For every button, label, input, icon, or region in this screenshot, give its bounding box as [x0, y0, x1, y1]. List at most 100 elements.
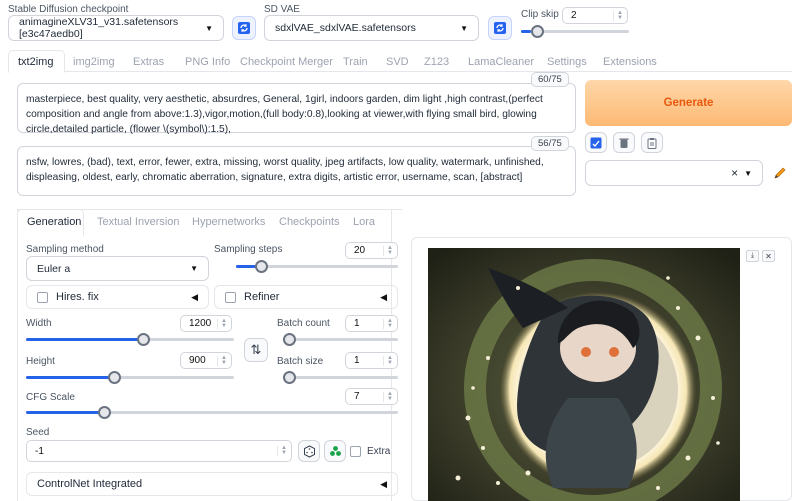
clip-skip-slider[interactable]: [521, 25, 629, 38]
subtab-lora[interactable]: Lora: [353, 216, 375, 228]
chevron-down-icon: ▼: [460, 23, 468, 33]
subtab-generation[interactable]: Generation: [27, 216, 81, 228]
hires-fix-accordion[interactable]: Hires. fix ◀: [26, 285, 209, 309]
clear-styles-icon[interactable]: ×: [731, 166, 738, 180]
reuse-seed-button[interactable]: [324, 440, 346, 462]
batch-size-input[interactable]: 1 ▲ ▼: [345, 352, 398, 369]
slider-thumb[interactable]: [531, 25, 544, 38]
batch-count-value: 1: [354, 318, 360, 329]
vae-value: sdxlVAE_sdxlVAE.safetensors: [275, 22, 416, 34]
controlnet-accordion[interactable]: ControlNet Integrated ◀: [26, 472, 398, 496]
cfg-scale-input[interactable]: 7 ▲ ▼: [345, 388, 398, 405]
extra-seed-toggle[interactable]: Extra: [350, 446, 390, 457]
slider-thumb[interactable]: [255, 260, 268, 273]
sampling-method-value: Euler a: [37, 262, 71, 275]
stepper-icon[interactable]: ▲ ▼: [217, 355, 227, 366]
styles-button[interactable]: [641, 132, 663, 153]
vae-dropdown[interactable]: sdxlVAE_sdxlVAE.safetensors ▼: [264, 15, 479, 41]
tab-img2img[interactable]: img2img: [73, 56, 115, 68]
checkpoint-value: animagineXLV31_v31.safetensors [e3c47aed…: [19, 16, 179, 40]
random-seed-button[interactable]: [298, 440, 320, 462]
width-slider[interactable]: [26, 333, 234, 346]
stepper-icon[interactable]: ▲ ▼: [277, 445, 287, 456]
stepper-icon[interactable]: ▲ ▼: [383, 355, 393, 366]
subtab-hypernetworks[interactable]: Hypernetworks: [192, 216, 265, 228]
prompt-textarea[interactable]: masterpiece, best quality, very aestheti…: [17, 83, 576, 135]
slider-thumb[interactable]: [283, 371, 296, 384]
width-value: 1200: [189, 318, 212, 329]
slider-thumb[interactable]: [283, 333, 296, 346]
sampling-steps-value: 20: [354, 245, 366, 256]
stepper-icon[interactable]: ▲ ▼: [383, 245, 393, 256]
slider-thumb[interactable]: [137, 333, 150, 346]
batch-count-label: Batch count: [277, 318, 330, 329]
generated-image[interactable]: [428, 248, 740, 501]
refresh-checkpoint-button[interactable]: [232, 16, 256, 40]
seed-value: -1: [35, 445, 44, 457]
refresh-vae-button[interactable]: [488, 16, 512, 40]
tab-train[interactable]: Train: [343, 56, 368, 68]
cfg-scale-slider[interactable]: [26, 406, 398, 419]
tab-settings[interactable]: Settings: [547, 56, 587, 68]
download-button[interactable]: ⤓: [746, 250, 759, 262]
clip-skip-input[interactable]: 2 ▲ ▼: [562, 7, 628, 24]
batch-size-slider[interactable]: [283, 371, 398, 384]
batch-count-slider[interactable]: [283, 333, 398, 346]
tab-lamacleaner[interactable]: LamaCleaner: [468, 56, 534, 68]
sampling-steps-input[interactable]: 20 ▲ ▼: [345, 242, 398, 259]
refresh-icon: [494, 22, 506, 34]
recycle-icon: [329, 445, 341, 456]
tab-txt2img[interactable]: txt2img: [18, 56, 53, 68]
clip-skip-label: Clip skip: [521, 9, 559, 20]
collapse-triangle-icon: ◀: [191, 291, 198, 302]
height-slider[interactable]: [26, 371, 234, 384]
width-label: Width: [26, 318, 52, 329]
refiner-checkbox[interactable]: [225, 291, 236, 303]
tab-z123[interactable]: Z123: [424, 56, 449, 68]
tab-svd[interactable]: SVD: [386, 56, 409, 68]
cfg-scale-label: CFG Scale: [26, 392, 75, 403]
styles-dropdown[interactable]: × ▼: [585, 160, 763, 186]
tab-extras[interactable]: Extras: [133, 56, 164, 68]
height-input[interactable]: 900 ▲ ▼: [180, 352, 232, 369]
hires-fix-checkbox[interactable]: [37, 291, 48, 303]
generate-label: Generate: [663, 97, 714, 109]
stepper-icon[interactable]: ▲ ▼: [383, 391, 393, 402]
extra-checkbox[interactable]: [350, 446, 361, 457]
close-image-button[interactable]: ✕: [762, 250, 775, 262]
batch-count-input[interactable]: 1 ▲ ▼: [345, 315, 398, 332]
pencil-icon: [774, 167, 786, 179]
slider-thumb[interactable]: [108, 371, 121, 384]
download-icon: ⤓: [750, 252, 755, 259]
slider-thumb[interactable]: [98, 406, 111, 419]
negative-prompt-textarea[interactable]: nsfw, lowres, (bad), text, error, fewer,…: [17, 146, 576, 196]
tab-png-info[interactable]: PNG Info: [185, 56, 230, 68]
width-input[interactable]: 1200 ▲ ▼: [180, 315, 232, 332]
paste-prompt-button[interactable]: [585, 132, 607, 153]
refiner-accordion[interactable]: Refiner ◀: [214, 285, 398, 309]
sampling-method-dropdown[interactable]: Euler a ▼: [26, 256, 209, 281]
arrow-checkbox-icon: [590, 137, 602, 148]
seed-input[interactable]: -1 ▲ ▼: [26, 440, 292, 462]
tab-extensions[interactable]: Extensions: [603, 56, 657, 68]
stepper-icon[interactable]: ▲ ▼: [613, 10, 623, 21]
generate-button[interactable]: Generate: [585, 80, 792, 126]
dice-icon: [303, 444, 315, 458]
height-value: 900: [189, 355, 206, 366]
clear-prompt-button[interactable]: [613, 132, 635, 153]
sampling-steps-slider[interactable]: [236, 260, 398, 273]
seed-label: Seed: [26, 427, 50, 438]
clip-skip-value: 2: [571, 10, 577, 21]
checkpoint-dropdown[interactable]: animagineXLV31_v31.safetensors [e3c47aed…: [8, 15, 224, 41]
sampling-steps-label: Sampling steps: [214, 244, 283, 255]
hires-fix-label: Hires. fix: [56, 291, 99, 303]
stepper-icon[interactable]: ▲ ▼: [217, 318, 227, 329]
swap-dimensions-button[interactable]: ⇅: [244, 338, 268, 362]
edit-styles-button[interactable]: [769, 162, 791, 184]
tab-checkpoint-merger[interactable]: Checkpoint Merger: [240, 56, 333, 68]
subtab-checkpoints[interactable]: Checkpoints: [279, 216, 340, 228]
prompt-token-counter: 60/75: [531, 72, 569, 87]
extra-label: Extra: [367, 446, 391, 457]
stepper-icon[interactable]: ▲ ▼: [383, 318, 393, 329]
subtab-textual-inversion[interactable]: Textual Inversion: [97, 216, 180, 228]
